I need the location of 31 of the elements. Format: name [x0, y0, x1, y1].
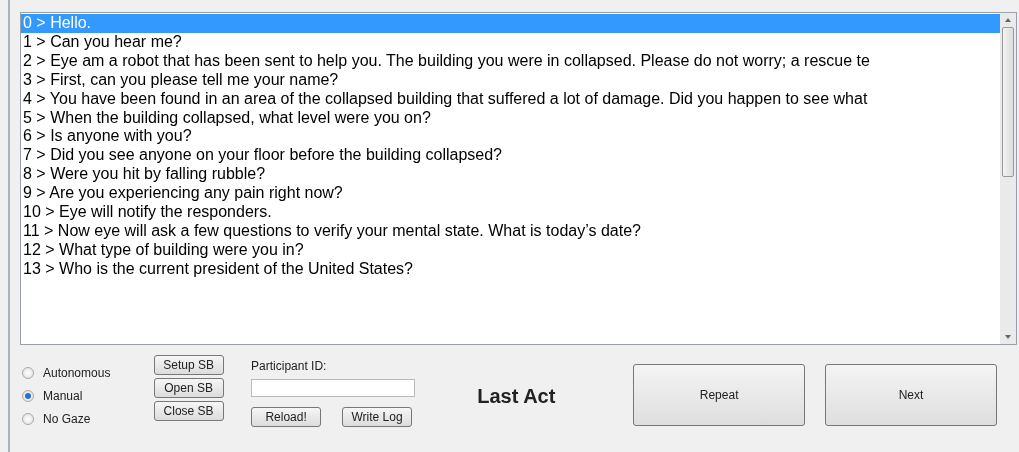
sb-button[interactable]: Setup SB — [153, 355, 224, 375]
list-item[interactable]: 6 > Is anyone with you? — [21, 127, 1000, 147]
radio-label[interactable]: No Gaze — [43, 412, 91, 426]
list-item[interactable]: 2 > Eye am a robot that has been sent to help you. The building you were in collapsed. Please do not worry; a rescue te — [21, 51, 1000, 71]
dialogue-list[interactable] — [20, 12, 1017, 345]
action-button[interactable]: Repeat — [633, 364, 806, 426]
participant-id-field[interactable] — [251, 379, 416, 397]
radio-button[interactable] — [22, 390, 34, 402]
sb-button[interactable]: Close SB — [153, 401, 224, 421]
list-item[interactable]: 9 > Are you experiencing any pain right now? — [21, 184, 1000, 204]
scrollbar[interactable] — [1000, 13, 1016, 344]
radio-button[interactable] — [22, 413, 34, 425]
log-button[interactable]: Reload! — [251, 407, 322, 427]
list-item[interactable]: 11 > Now eye will ask a few questions to verify your mental state. What is today’s date? — [21, 221, 1000, 241]
radio-button[interactable] — [22, 367, 34, 379]
list-item[interactable]: 1 > Can you hear me? — [21, 32, 1000, 52]
log-button[interactable]: Write Log — [342, 407, 413, 427]
last-act-label: Last Act — [477, 385, 556, 407]
list-item[interactable]: 3 > First, can you please tell me your name? — [21, 70, 1000, 90]
list-item[interactable]: 7 > Did you see anyone on your floor before the building collapsed? — [21, 146, 1000, 166]
list-item[interactable]: 8 > Were you hit by falling rubble? — [21, 165, 1000, 185]
radio-label[interactable]: Autonomous — [43, 366, 111, 380]
list-item[interactable]: 12 > What type of building were you in? — [21, 240, 1000, 260]
radio-label[interactable]: Manual — [43, 389, 83, 403]
list-item[interactable]: 5 > When the building collapsed, what level were you on? — [21, 108, 1000, 128]
list-item[interactable]: 10 > Eye will notify the responders. — [21, 203, 1000, 222]
list-item[interactable]: 13 > Who is the current president of the United States? — [21, 259, 1000, 279]
sb-button[interactable]: Open SB — [153, 378, 224, 398]
list-item[interactable]: 4 > You have been found in an area of the collapsed building that suffered a lot of damage. Did you happen to see what — [21, 89, 1000, 109]
participant-id-label: Participant ID: — [251, 358, 328, 375]
action-button[interactable]: Next — [825, 364, 997, 426]
